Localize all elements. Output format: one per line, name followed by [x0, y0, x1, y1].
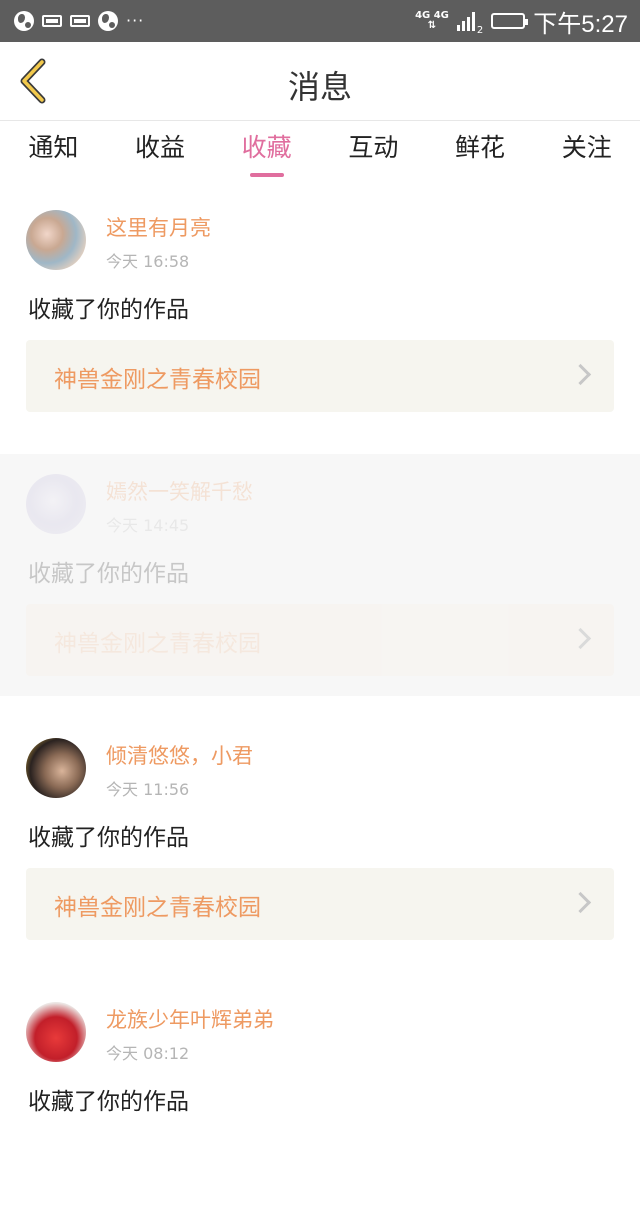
top-nav-bar: 消息	[0, 42, 640, 121]
message-action: 收藏了你的作品	[28, 825, 189, 851]
clock: 下午5:27	[533, 10, 628, 38]
list-item: 这里有月亮 今天 16:58 收藏了你的作品 神兽金刚之青春校园	[0, 190, 640, 432]
work-title: 神兽金刚之青春校园	[54, 631, 261, 657]
more-notifications-icon: ···	[126, 11, 145, 30]
avatar[interactable]	[26, 474, 86, 534]
message-action: 收藏了你的作品	[28, 297, 189, 323]
status-system: 4G 4G ⇅ 2 下午5:27	[415, 6, 628, 38]
page-title: 消息	[287, 68, 352, 106]
globe-icon	[98, 11, 118, 31]
user-name[interactable]: 嫣然一笑解千愁	[106, 476, 253, 506]
arrows-icon: ⇅	[427, 20, 437, 31]
work-link[interactable]: 神兽金刚之青春校园	[26, 868, 614, 940]
avatar[interactable]	[26, 1002, 86, 1062]
tab-interactions[interactable]: 互动	[320, 121, 427, 179]
message-list: 这里有月亮 今天 16:58 收藏了你的作品 神兽金刚之青春校园 嫣然一笑解千愁…	[0, 190, 640, 1224]
battery-icon	[491, 13, 529, 29]
user-name[interactable]: 倾清悠悠，小君	[106, 740, 253, 770]
message-time: 今天 08:12	[106, 1044, 190, 1063]
tab-bar: 通知 收益 收藏 互动 鲜花 关注	[0, 121, 640, 179]
list-item: 龙族少年叶辉弟弟 今天 08:12 收藏了你的作品	[0, 982, 640, 1224]
tab-flowers[interactable]: 鲜花	[427, 121, 534, 179]
message-time: 今天 14:45	[106, 516, 190, 535]
chevron-right-icon	[569, 363, 592, 386]
tab-follows[interactable]: 关注	[533, 121, 640, 179]
work-title: 神兽金刚之青春校园	[54, 895, 261, 921]
status-bar: ··· 4G 4G ⇅ 2 下午5:27	[0, 0, 640, 42]
chevron-right-icon	[569, 891, 592, 914]
network-type: 4G 4G ⇅	[415, 11, 449, 31]
sim-card-icon	[42, 15, 62, 27]
message-action: 收藏了你的作品	[28, 1089, 189, 1115]
sim-card-icon	[70, 15, 90, 27]
signal-icon	[456, 11, 475, 31]
avatar[interactable]	[26, 210, 86, 270]
list-item: 嫣然一笑解千愁 今天 14:45 收藏了你的作品 神兽金刚之青春校园	[0, 454, 640, 696]
tab-notifications[interactable]: 通知	[0, 121, 107, 179]
status-notifications: ···	[14, 9, 144, 33]
globe-icon	[14, 11, 34, 31]
message-action: 收藏了你的作品	[28, 561, 189, 587]
avatar[interactable]	[26, 738, 86, 798]
work-title: 神兽金刚之青春校园	[54, 367, 261, 393]
chevron-right-icon	[569, 627, 592, 650]
message-time: 今天 11:56	[106, 780, 190, 799]
tab-earnings[interactable]: 收益	[107, 121, 214, 179]
list-item: 倾清悠悠，小君 今天 11:56 收藏了你的作品 神兽金刚之青春校园	[0, 718, 640, 960]
work-link[interactable]: 神兽金刚之青春校园	[26, 340, 614, 412]
message-time: 今天 16:58	[106, 252, 190, 271]
user-name[interactable]: 这里有月亮	[106, 212, 211, 242]
tab-favorites[interactable]: 收藏	[213, 121, 320, 179]
sim-slot-number: 2	[476, 25, 484, 36]
work-link[interactable]: 神兽金刚之青春校园	[26, 604, 614, 676]
user-name[interactable]: 龙族少年叶辉弟弟	[106, 1004, 274, 1034]
